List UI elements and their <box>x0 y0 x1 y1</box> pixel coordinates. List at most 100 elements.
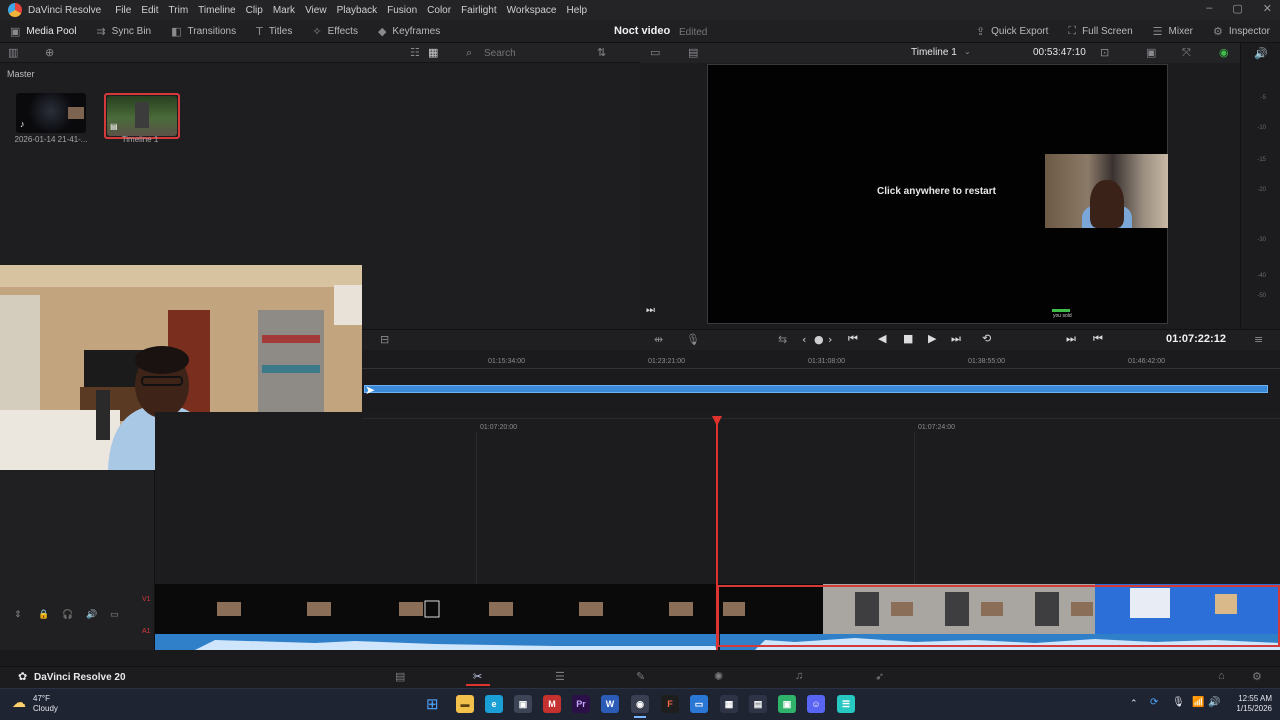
discord-app-icon[interactable]: ☺ <box>807 695 825 713</box>
viewer-timeline-name[interactable]: Timeline 1 <box>911 47 957 58</box>
cut-page-icon[interactable]: ✂ <box>473 670 482 683</box>
timeline-options-icon[interactable]: ≡ <box>1254 333 1263 346</box>
store-icon[interactable]: ▣ <box>514 695 532 713</box>
prev-marker-icon[interactable]: ‹ <box>802 333 806 346</box>
loop-icon[interactable]: ⟲ <box>982 332 991 345</box>
speaker-icon[interactable]: 🔊 <box>1254 47 1268 60</box>
marker-icon[interactable]: ● <box>814 333 824 346</box>
inspector-button[interactable]: ⚙ Inspector <box>1203 20 1280 43</box>
zoom-icon[interactable]: ⊡ <box>1100 46 1109 59</box>
sync-bin-button[interactable]: ⇉ Sync Bin <box>86 20 161 43</box>
clip-view-icon[interactable]: ⊟ <box>380 333 389 346</box>
mcafee-icon[interactable]: M <box>543 695 561 713</box>
play-to-end-icon[interactable]: ⏭ <box>646 305 655 316</box>
color-picker-icon[interactable]: ◉ <box>1219 46 1229 59</box>
transform-icon[interactable]: ⤧ <box>1182 46 1191 60</box>
menu-fusion[interactable]: Fusion <box>387 5 417 16</box>
grid-app-icon[interactable]: ▤ <box>749 695 767 713</box>
track-move-icon[interactable]: ⇕ <box>14 610 22 620</box>
media-page-icon[interactable]: ▤ <box>395 670 405 683</box>
keyframes-button[interactable]: ◆ Keyframes <box>368 20 450 43</box>
menu-file[interactable]: File <box>115 5 131 16</box>
fusion-page-icon[interactable]: ✎ <box>636 670 645 683</box>
effects-button[interactable]: ✧ Effects <box>302 20 368 43</box>
word-app-icon[interactable]: W <box>601 695 619 713</box>
media-clip-recording[interactable]: ♪ <box>16 93 86 133</box>
green-app-icon[interactable]: ▣ <box>778 695 796 713</box>
premiere-app-icon[interactable]: Pr <box>572 695 590 713</box>
mic-tray-icon[interactable]: 🎙 <box>1172 697 1185 708</box>
chevron-up-icon[interactable]: ⌃ <box>1130 698 1138 709</box>
reverse-play-icon[interactable]: ◀ <box>878 332 886 345</box>
trim-mode-icon[interactable]: ⇹ <box>654 333 663 346</box>
maximize-icon[interactable]: ▢ <box>1232 2 1242 15</box>
settings-gear-icon[interactable]: ⚙ <box>1252 670 1262 683</box>
menu-help[interactable]: Help <box>566 5 587 16</box>
minimize-icon[interactable]: – <box>1206 2 1212 15</box>
edit-page-icon[interactable]: ☰ <box>555 670 565 683</box>
home-icon[interactable]: ⌂ <box>1218 670 1225 682</box>
blue-app-icon[interactable]: ▭ <box>690 695 708 713</box>
f-app-icon[interactable]: F <box>661 695 679 713</box>
next-clip-icon[interactable]: ⏭ <box>1066 332 1076 346</box>
display-icon[interactable]: ▣ <box>1146 46 1156 59</box>
transitions-button[interactable]: ◧ Transitions <box>161 20 246 43</box>
layout-icon[interactable]: ▤ <box>688 46 698 59</box>
skip-to-end-icon[interactable]: ⏭ <box>951 332 961 346</box>
media-clip-timeline[interactable]: ▤ <box>104 93 180 139</box>
playhead[interactable] <box>716 416 718 650</box>
file-explorer-icon[interactable]: ▬ <box>456 695 474 713</box>
chevron-down-icon[interactable]: ⌄ <box>964 47 971 56</box>
notes-app-icon[interactable]: ☰ <box>837 695 855 713</box>
headphones-icon[interactable]: 🎧 <box>62 610 73 620</box>
deliver-page-icon[interactable]: ➶ <box>875 670 884 683</box>
import-icon[interactable]: ⊕ <box>45 46 54 59</box>
search-icon[interactable]: ⌕ <box>466 46 472 60</box>
fairlight-page-icon[interactable]: ♫ <box>795 670 803 682</box>
titles-button[interactable]: T Titles <box>246 20 302 43</box>
volume-icon[interactable]: 🔊 <box>1208 697 1220 708</box>
track-screen-icon[interactable]: ▭ <box>110 610 119 620</box>
menu-clip[interactable]: Clip <box>246 5 263 16</box>
sidebar-toggle-icon[interactable]: ▥ <box>8 46 18 59</box>
thumbnail-view-icon[interactable]: ▦ <box>428 46 438 59</box>
close-icon[interactable]: ✕ <box>1263 2 1272 15</box>
viewer-mode-icon[interactable]: ▭ <box>650 46 660 59</box>
full-screen-button[interactable]: ⛶ Full Screen <box>1058 20 1142 43</box>
list-view-icon[interactable]: ☷ <box>410 46 420 59</box>
search-input[interactable] <box>484 46 614 61</box>
prev-clip-icon[interactable]: ⏮ <box>1093 332 1103 346</box>
stop-icon[interactable]: ■ <box>903 332 913 345</box>
next-marker-icon[interactable]: › <box>828 333 832 346</box>
loop-marker-icon[interactable]: ⇆ <box>778 333 787 346</box>
wifi-icon[interactable]: 📶 <box>1192 697 1204 708</box>
play-icon[interactable]: ▶ <box>928 332 936 345</box>
menu-playback[interactable]: Playback <box>337 5 378 16</box>
menu-color[interactable]: Color <box>427 5 451 16</box>
calculator-app-icon[interactable]: ▦ <box>720 695 738 713</box>
edge-browser-icon[interactable]: e <box>485 695 503 713</box>
selected-clip-outline[interactable] <box>717 585 1280 647</box>
menu-fairlight[interactable]: Fairlight <box>461 5 497 16</box>
quick-export-button[interactable]: ⇪ Quick Export <box>966 20 1058 43</box>
overview-clip-bar[interactable] <box>364 385 1268 393</box>
system-clock[interactable]: 12:55 AM 1/15/2026 <box>1226 694 1272 714</box>
track-lock-icon[interactable]: 🔒 <box>38 610 49 620</box>
skip-to-start-icon[interactable]: ⏮ <box>848 332 858 346</box>
menu-workspace[interactable]: Workspace <box>507 5 557 16</box>
menu-timeline[interactable]: Timeline <box>198 5 235 16</box>
playhead-handle[interactable] <box>712 416 722 426</box>
menu-view[interactable]: View <box>305 5 327 16</box>
microphone-icon[interactable]: 🎙 <box>686 333 700 346</box>
color-page-icon[interactable]: ✺ <box>714 670 723 683</box>
start-menu-icon[interactable]: ⊞ <box>426 695 439 713</box>
track-speaker-icon[interactable]: 🔊 <box>86 610 97 620</box>
overview-timeline[interactable]: 01:15:34:00 01:23:21:00 01:31:08:00 01:3… <box>362 352 1280 412</box>
current-timecode[interactable]: 01:07:22:12 <box>1166 333 1226 345</box>
weather-icon[interactable]: ☁ <box>12 694 26 711</box>
weather-widget[interactable]: 47°F Cloudy <box>33 694 58 714</box>
menu-edit[interactable]: Edit <box>141 5 158 16</box>
media-pool-button[interactable]: ▣ Media Pool <box>0 20 86 43</box>
davinci-taskbar-icon[interactable]: ◉ <box>631 695 649 713</box>
menu-mark[interactable]: Mark <box>273 5 295 16</box>
